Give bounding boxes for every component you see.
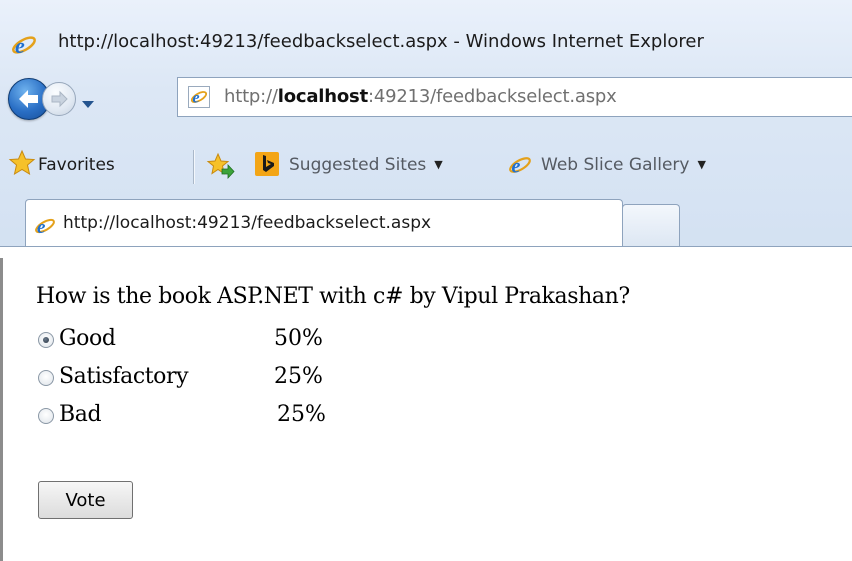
tab-ie-icon: e	[33, 214, 57, 242]
address-bar[interactable]: e http://localhost:49213/feedbackselect.…	[177, 77, 852, 117]
suggested-sites-label: Suggested Sites	[289, 155, 427, 175]
option-percent: 50%	[274, 326, 323, 351]
bing-icon	[255, 152, 279, 176]
svg-text:e: e	[37, 217, 46, 238]
forward-button[interactable]	[42, 82, 76, 116]
add-to-favorites-bar-icon[interactable]	[206, 152, 236, 184]
address-url[interactable]: http://localhost:49213/feedbackselect.as…	[224, 86, 617, 107]
page-content: How is the book ASP.NET with c# by Vipul…	[0, 258, 852, 561]
address-host: localhost	[277, 86, 368, 107]
ie-logo-icon: e	[11, 32, 37, 62]
title-bar: e http://localhost:49213/feedbackselect.…	[0, 0, 852, 58]
favorites-button[interactable]: Favorites	[38, 155, 115, 175]
svg-text:e: e	[512, 156, 521, 178]
favorites-separator	[193, 150, 195, 184]
tab-label: http://localhost:49213/feedbackselect.as…	[63, 213, 432, 233]
web-slice-gallery-button[interactable]: Web Slice Gallery ▼	[541, 155, 706, 175]
window-title: http://localhost:49213/feedbackselect.as…	[58, 31, 704, 52]
suggested-sites-button[interactable]: Suggested Sites ▼	[289, 155, 443, 175]
favorites-star-icon[interactable]	[8, 149, 36, 181]
web-slice-gallery-dropdown-icon: ▼	[697, 158, 706, 171]
radio-satisfactory[interactable]	[38, 370, 54, 386]
web-slice-gallery-label: Web Slice Gallery	[541, 155, 690, 175]
forward-arrow-icon	[51, 90, 68, 108]
address-prefix: http://	[224, 86, 278, 107]
vote-button[interactable]: Vote	[38, 481, 133, 519]
tab-active[interactable]: e http://localhost:49213/feedbackselect.…	[25, 199, 623, 246]
radio-bad[interactable]	[38, 408, 54, 424]
svg-text:e: e	[193, 90, 200, 107]
address-suffix: :49213/feedbackselect.aspx	[367, 86, 617, 107]
svg-text:e: e	[15, 33, 25, 58]
radio-good[interactable]	[38, 332, 54, 348]
option-label[interactable]: Satisfactory	[59, 364, 189, 389]
recent-pages-dropdown-icon[interactable]	[81, 95, 95, 114]
option-label[interactable]: Good	[59, 326, 116, 351]
suggested-sites-dropdown-icon: ▼	[434, 158, 443, 171]
new-tab-button[interactable]	[622, 204, 680, 246]
option-percent: 25%	[274, 364, 323, 389]
ie-icon: e	[507, 152, 533, 182]
option-percent: 25%	[277, 402, 326, 427]
browser-chrome: e http://localhost:49213/feedbackselect.…	[0, 0, 852, 259]
poll-question: How is the book ASP.NET with c# by Vipul…	[36, 284, 630, 309]
option-label[interactable]: Bad	[59, 402, 102, 427]
page-ie-icon: e	[188, 86, 210, 108]
